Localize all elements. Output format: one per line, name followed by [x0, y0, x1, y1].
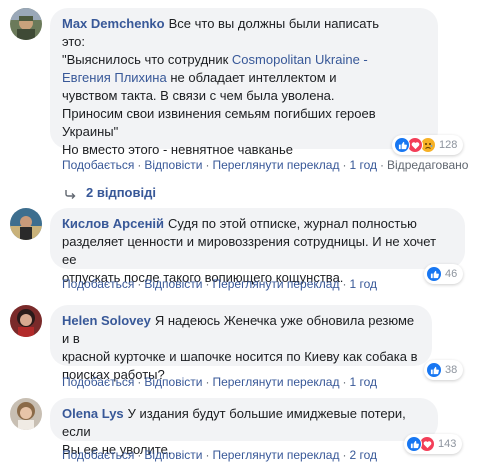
- comment-actions: Подобається · Відповісти · Переглянути перек…: [62, 448, 378, 462]
- avatar[interactable]: [10, 305, 42, 337]
- comment-bubble: Helen Solovey Я надеюсь Женечка уже обнов…: [50, 305, 432, 382]
- author-name[interactable]: Max Demchenko: [62, 15, 165, 33]
- like-button[interactable]: Подобається: [62, 448, 134, 462]
- comment-text-line: разделяет ценности и мировоззрения сотру…: [62, 234, 437, 267]
- see-translation-link[interactable]: Переглянути переклад: [212, 375, 339, 389]
- comment-actions: Подобається · Відповісти · Переглянути перек…: [62, 277, 378, 291]
- reply-button[interactable]: Відповісти: [144, 448, 202, 462]
- comment-bubble: Кислов Арсеній Судя по этой отписке, журн…: [50, 208, 465, 285]
- see-translation-link[interactable]: Переглянути переклад: [212, 448, 339, 462]
- comment-actions: Подобається · Відповісти · Переглянути перек…: [62, 158, 469, 172]
- reactions-summary[interactable]: 38: [424, 360, 464, 380]
- timestamp[interactable]: 1 год: [349, 277, 377, 291]
- like-icon: [406, 436, 422, 452]
- comment-text-line: красной курточке и шапочке носится по Ки…: [62, 349, 418, 364]
- avatar[interactable]: [10, 398, 42, 430]
- author-name[interactable]: Olena Lys: [62, 406, 124, 421]
- comment-text-line: Но вместо этого - невнятное чавканье: [62, 142, 293, 157]
- avatar[interactable]: [10, 8, 42, 40]
- comment-text-line: Все что вы должны были написать: [168, 16, 379, 31]
- reply-button[interactable]: Відповісти: [144, 375, 202, 389]
- comment-text-line: Судя по этой отписке, журнал полностью: [168, 216, 417, 231]
- comment-bubble: Max Demchenko Все что вы должны были нап…: [50, 8, 438, 157]
- replies-count-label: 2 відповіді: [86, 185, 156, 200]
- reactions-summary[interactable]: 143: [404, 434, 463, 454]
- reaction-count: 38: [445, 364, 458, 376]
- timestamp[interactable]: 2 год: [349, 448, 377, 462]
- timestamp[interactable]: 1 год: [349, 375, 377, 389]
- comment-text-line: это:: [62, 34, 85, 49]
- comment-text-line: Украины": [62, 124, 119, 139]
- comment-text-line: чувством такта. В связи с чем была уволе…: [62, 88, 335, 103]
- like-icon: [394, 137, 410, 153]
- comment-actions: Подобається · Відповісти · Переглянути перек…: [62, 375, 378, 389]
- like-button[interactable]: Подобається: [62, 277, 134, 291]
- like-icon: [426, 266, 442, 282]
- like-button[interactable]: Подобається: [62, 375, 134, 389]
- like-icon: [426, 362, 442, 378]
- reply-button[interactable]: Відповісти: [144, 158, 202, 172]
- person-mention-link[interactable]: Евгения Плихина: [62, 70, 167, 85]
- timestamp[interactable]: 1 год: [349, 158, 377, 172]
- comment-bubble: Olena Lys У издания будут большие имиджев…: [50, 398, 438, 457]
- see-translation-link[interactable]: Переглянути переклад: [212, 158, 339, 172]
- reaction-count: 128: [439, 139, 458, 151]
- edited-label: Відредаговано: [387, 158, 469, 172]
- avatar[interactable]: [10, 208, 42, 240]
- page-mention-link[interactable]: Cosmopolitan Ukraine -: [232, 52, 368, 67]
- comment-text-line: "Выяснилось что сотрудник: [62, 52, 232, 67]
- author-name[interactable]: Кислов Арсеній: [62, 216, 164, 231]
- like-button[interactable]: Подобається: [62, 158, 134, 172]
- reaction-count: 46: [445, 268, 458, 280]
- reply-arrow-icon: [64, 185, 76, 200]
- comment-text-line: Приносим свои извинения семьям погибших …: [62, 106, 376, 121]
- reply-button[interactable]: Відповісти: [144, 277, 202, 291]
- view-replies-link[interactable]: 2 відповіді: [64, 185, 156, 200]
- see-translation-link[interactable]: Переглянути переклад: [212, 277, 339, 291]
- reactions-summary[interactable]: 46: [424, 264, 464, 284]
- comment-text-line: не обладает интеллектом и: [166, 70, 337, 85]
- reaction-count: 143: [438, 438, 457, 450]
- author-name[interactable]: Helen Solovey: [62, 313, 151, 328]
- reactions-summary[interactable]: 128: [392, 135, 464, 155]
